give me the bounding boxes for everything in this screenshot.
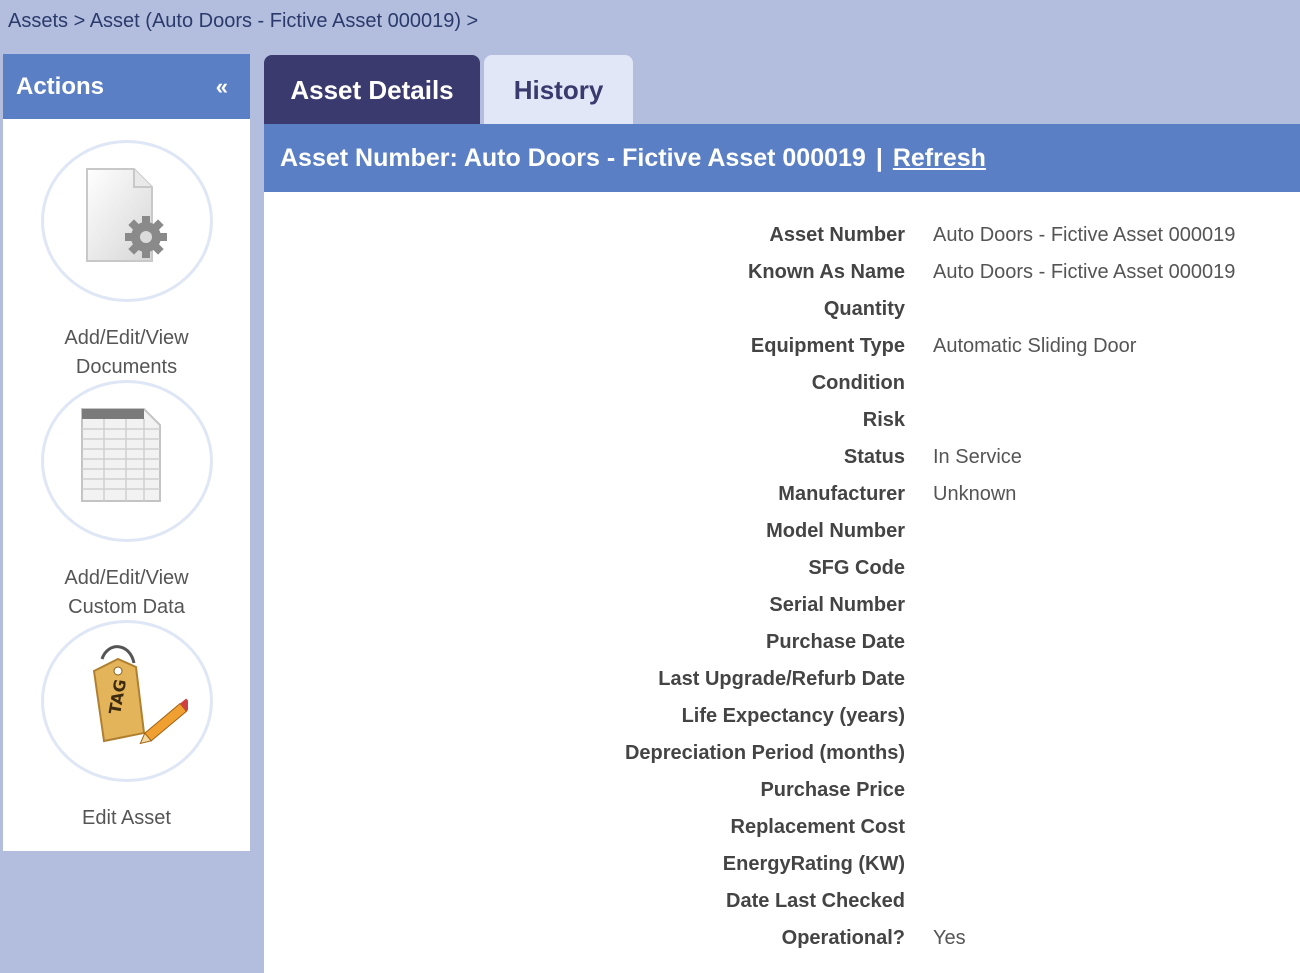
field-row: Condition (264, 365, 1300, 402)
field-row: Manufacturer Unknown (264, 476, 1300, 513)
field-row: Purchase Date (264, 624, 1300, 661)
field-value: In Service (933, 446, 1022, 468)
field-row: Known As Name Auto Doors - Fictive Asset … (264, 254, 1300, 291)
field-value: Automatic Sliding Door (933, 335, 1137, 357)
action-custom-data[interactable]: Add/Edit/View Custom Data (3, 380, 250, 622)
sidebar-header: Actions « (3, 54, 250, 119)
field-row: Purchase Price (264, 772, 1300, 809)
field-row: Model Number (264, 513, 1300, 550)
field-label: Status (843, 446, 905, 468)
asset-number-heading: Asset Number: Auto Doors - Fictive Asset… (280, 143, 866, 172)
field-row: SFG Code (264, 550, 1300, 587)
spreadsheet-icon (80, 408, 161, 502)
field-label: Known As Name (747, 261, 905, 283)
field-row: Quantity (264, 291, 1300, 328)
field-value: Unknown (933, 483, 1017, 505)
action-label: Edit Asset (82, 807, 171, 829)
field-row: Date Last Checked (264, 883, 1300, 920)
field-label: Date Last Checked (726, 890, 905, 912)
field-row: Depreciation Period (months) (264, 735, 1300, 772)
header-separator: | (875, 143, 883, 172)
field-label: SFG Code (808, 557, 905, 579)
collapse-sidebar-button[interactable]: « (216, 74, 228, 100)
field-row: Status In Service (264, 439, 1300, 476)
field-value: Auto Doors - Fictive Asset 000019 (933, 261, 1236, 283)
field-list: Asset Number Auto Doors - Fictive Asset 0… (264, 217, 1300, 957)
breadcrumb[interactable]: Assets > Asset (Auto Doors - Fictive Ass… (8, 10, 478, 33)
field-label: Equipment Type (750, 335, 905, 357)
field-label: Last Upgrade/Refurb Date (658, 668, 905, 690)
action-circle[interactable]: TAG (40, 620, 213, 782)
field-label: Model Number (766, 520, 905, 542)
action-circle[interactable] (40, 380, 213, 542)
field-label: Manufacturer (778, 483, 905, 505)
document-gear-icon (85, 168, 167, 262)
field-row: Last Upgrade/Refurb Date (264, 661, 1300, 698)
panel-header: Asset Number: Auto Doors - Fictive Asset… (264, 124, 1300, 192)
field-label: Condition (811, 372, 905, 394)
field-row: Risk (264, 402, 1300, 439)
field-row: Replacement Cost (264, 809, 1300, 846)
field-label: Risk (862, 409, 905, 431)
action-label: Add/Edit/View Documents (64, 327, 189, 378)
field-label: Asset Number (769, 224, 905, 246)
field-row: Operational? Yes (264, 920, 1300, 957)
action-circle[interactable] (40, 140, 213, 302)
tab-asset-details[interactable]: Asset Details (264, 55, 480, 125)
field-row: Life Expectancy (years) (264, 698, 1300, 735)
actions-sidebar: Actions « Add/Edit/View Documents Add/Ed… (3, 54, 250, 851)
field-row: Serial Number (264, 587, 1300, 624)
field-label: Life Expectancy (years) (681, 705, 905, 727)
tag-pencil-icon: TAG (92, 645, 188, 745)
field-label: Quantity (823, 298, 905, 320)
action-edit-asset[interactable]: TAG Edit Asset (3, 620, 250, 833)
field-row: Equipment Type Automatic Sliding Door (264, 328, 1300, 365)
field-row: EnergyRating (KW) (264, 846, 1300, 883)
action-label: Add/Edit/View Custom Data (64, 567, 189, 618)
field-value: Yes (933, 927, 966, 949)
field-label: Operational? (781, 927, 905, 949)
tab-history[interactable]: History (484, 55, 633, 125)
sidebar-title: Actions (16, 72, 105, 100)
field-value: Auto Doors - Fictive Asset 000019 (933, 224, 1236, 246)
field-label: Replacement Cost (730, 816, 906, 838)
field-label: EnergyRating (KW) (722, 853, 905, 875)
field-row: Asset Number Auto Doors - Fictive Asset 0… (264, 217, 1300, 254)
refresh-link[interactable]: Refresh (893, 144, 986, 173)
field-label: Depreciation Period (months) (624, 742, 905, 764)
action-documents[interactable]: Add/Edit/View Documents (3, 140, 250, 382)
field-label: Purchase Date (766, 631, 905, 653)
field-label: Serial Number (769, 594, 905, 616)
asset-details-panel: Asset Number: Auto Doors - Fictive Asset… (264, 124, 1300, 973)
field-label: Purchase Price (760, 779, 905, 801)
